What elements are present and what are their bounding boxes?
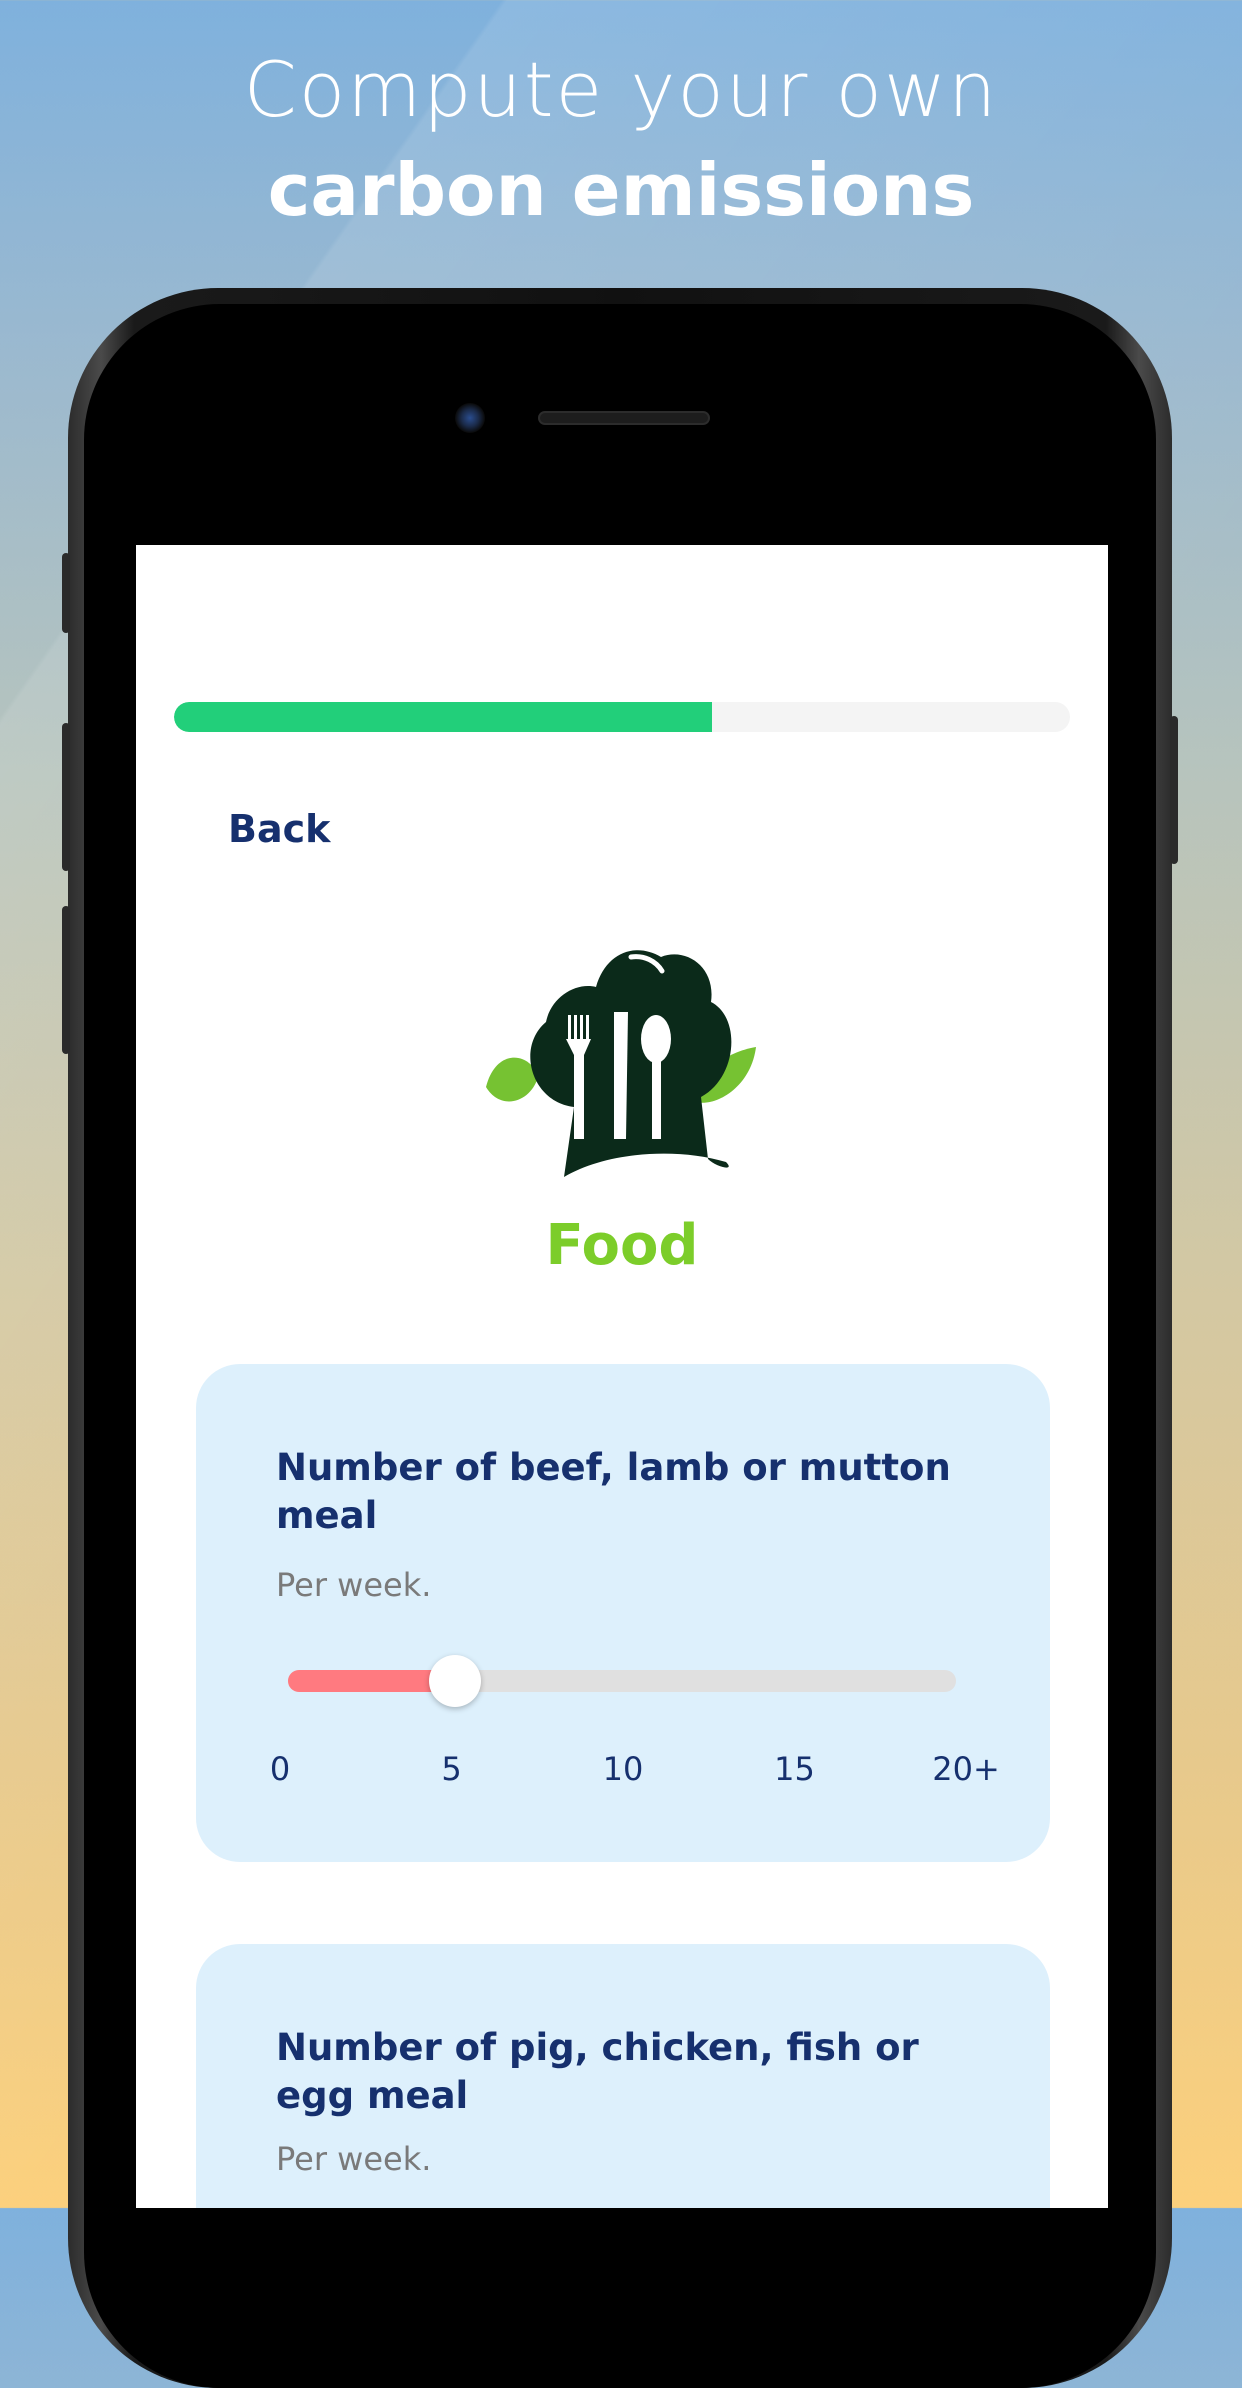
promo-headline: Compute your own carbon emissions bbox=[0, 40, 1242, 240]
slider-thumb[interactable] bbox=[429, 1655, 481, 1707]
headline-line-2: carbon emissions bbox=[267, 148, 975, 232]
app-screen: Back Food Number of beef, lamb or mutton… bbox=[136, 545, 1108, 2208]
category-title: Food bbox=[545, 1213, 699, 1278]
question-subtitle: Per week. bbox=[276, 2140, 432, 2178]
back-button[interactable]: Back bbox=[228, 807, 330, 851]
power-button bbox=[1170, 716, 1178, 864]
question-card: Number of pig, chicken, fish or egg meal… bbox=[196, 1944, 1050, 2208]
question-card: Number of beef, lamb or mutton meal Per … bbox=[196, 1364, 1050, 1862]
slider-tick-labels: 0 5 10 15 20+ bbox=[196, 1750, 1050, 1790]
slider-tick-label: 0 bbox=[269, 1750, 291, 1788]
slider-tick-label: 10 bbox=[602, 1750, 644, 1788]
chef-hat-cutlery-icon bbox=[486, 950, 756, 1177]
headline-line-1: Compute your own bbox=[243, 45, 999, 134]
mute-switch bbox=[62, 553, 70, 633]
question-title: Number of pig, chicken, fish or egg meal bbox=[276, 2026, 919, 2117]
question-subtitle: Per week. bbox=[276, 1566, 432, 1604]
progress-bar-fill bbox=[174, 702, 712, 732]
meal-count-slider[interactable] bbox=[288, 1655, 956, 1707]
front-camera bbox=[455, 403, 485, 433]
earpiece-speaker bbox=[538, 411, 710, 425]
slider-tick-label: 20+ bbox=[932, 1750, 1000, 1788]
progress-bar bbox=[174, 702, 1070, 732]
volume-up-button bbox=[62, 723, 70, 871]
volume-down-button bbox=[62, 906, 70, 1054]
question-title: Number of beef, lamb or mutton meal bbox=[276, 1446, 951, 1537]
slider-tick-label: 15 bbox=[774, 1750, 815, 1788]
slider-tick-label: 5 bbox=[441, 1750, 462, 1788]
